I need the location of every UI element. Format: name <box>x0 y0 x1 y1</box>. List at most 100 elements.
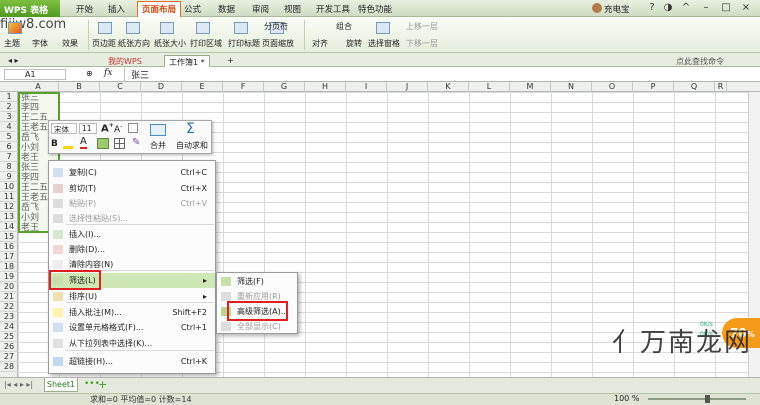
grow-font-icon[interactable]: A+ <box>101 122 114 134</box>
column-header-a[interactable]: A <box>18 82 59 92</box>
row-header-18[interactable]: 18 <box>0 262 18 272</box>
print-area-icon[interactable] <box>196 22 210 34</box>
row-header-6[interactable]: 6 <box>0 142 18 152</box>
print-titles-button[interactable]: 打印标题 <box>228 38 260 49</box>
align-button[interactable]: 对齐 <box>312 38 328 49</box>
menu-home[interactable]: 开始 <box>76 3 93 15</box>
tab-workbook[interactable]: 工作簿1 * <box>164 55 210 67</box>
menu-page-layout[interactable]: 页面布局 <box>137 1 182 17</box>
context-item-9[interactable]: 插入批注(M)... Shift+F2 <box>49 305 215 320</box>
row-header-25[interactable]: 25 <box>0 332 18 342</box>
column-header-l[interactable]: L <box>469 82 510 92</box>
row-header-4[interactable]: 4 <box>0 122 18 132</box>
print-area-button[interactable]: 打印区域 <box>190 38 222 49</box>
row-header-3[interactable]: 3 <box>0 112 18 122</box>
menu-data[interactable]: 数据 <box>218 3 235 15</box>
font-name-select[interactable]: 宋体 <box>51 123 77 134</box>
column-header-h[interactable]: H <box>305 82 346 92</box>
column-header-b[interactable]: B <box>59 82 100 92</box>
maximize-icon[interactable]: □ <box>720 2 732 14</box>
shrink-font-icon[interactable]: A- <box>114 123 122 135</box>
zoom-slider[interactable] <box>648 398 746 400</box>
column-header-j[interactable]: J <box>387 82 428 92</box>
menu-review[interactable]: 审阅 <box>252 3 269 15</box>
column-header-q[interactable]: Q <box>674 82 715 92</box>
row-header-24[interactable]: 24 <box>0 322 18 332</box>
command-search[interactable]: 点此查找命令 (Alt+Q) <box>672 55 760 76</box>
menu-view[interactable]: 视图 <box>284 3 301 15</box>
bold-icon[interactable]: B <box>51 139 58 149</box>
context-item-2[interactable]: 粘贴(P) Ctrl+V <box>49 196 215 211</box>
print-titles-icon[interactable] <box>234 22 248 34</box>
menu-insert[interactable]: 插入 <box>108 3 125 15</box>
margins-icon[interactable] <box>98 22 112 34</box>
row-header-16[interactable]: 16 <box>0 242 18 252</box>
row-header-2[interactable]: 2 <box>0 102 18 112</box>
context-item-5[interactable]: 删除(D)... <box>49 242 215 257</box>
group-button[interactable]: 组合 <box>336 21 352 32</box>
row-header-22[interactable]: 22 <box>0 302 18 312</box>
context-item-11[interactable]: 从下拉列表中选择(K)... <box>49 336 215 351</box>
menu-formula[interactable]: 公式 <box>184 3 201 15</box>
font-theme-button[interactable]: 字体 <box>32 38 48 49</box>
tab-nav-arrows[interactable]: ◂ ▸ <box>4 55 23 67</box>
font-size-select[interactable]: 11 <box>79 123 97 134</box>
skin-icon[interactable]: ◑ <box>662 2 674 14</box>
row-header-17[interactable]: 17 <box>0 252 18 262</box>
context-item-1[interactable]: 剪切(T) Ctrl+X <box>49 181 215 196</box>
row-header-19[interactable]: 19 <box>0 272 18 282</box>
fx-icon[interactable]: fx <box>104 68 112 78</box>
user-name[interactable]: 充电宝 <box>604 3 630 15</box>
paper-size-button[interactable]: 纸张大小 <box>154 38 186 49</box>
selection-pane-icon[interactable] <box>376 22 390 34</box>
theme-button[interactable]: 主题 <box>4 38 20 49</box>
orientation-icon[interactable] <box>126 22 140 34</box>
row-header-5[interactable]: 5 <box>0 132 18 142</box>
bring-forward-button[interactable]: 上移一层 <box>406 21 438 32</box>
paper-size-icon[interactable] <box>160 22 174 34</box>
context-item-0[interactable]: 复制(C) Ctrl+C <box>49 165 215 180</box>
fill-color-icon[interactable] <box>63 139 73 149</box>
orientation-button[interactable]: 纸张方向 <box>118 38 150 49</box>
row-header-20[interactable]: 20 <box>0 282 18 292</box>
row-header-13[interactable]: 13 <box>0 212 18 222</box>
zoom-level[interactable]: 100 % <box>614 394 639 403</box>
column-header-m[interactable]: M <box>510 82 551 92</box>
minimize-icon[interactable]: – <box>700 2 712 14</box>
effect-button[interactable]: 效果 <box>62 38 78 49</box>
column-header-c[interactable]: C <box>100 82 141 92</box>
align-center-icon[interactable] <box>97 138 109 149</box>
tab-mywps[interactable]: 我的WPS <box>104 55 146 67</box>
column-header-n[interactable]: N <box>551 82 592 92</box>
send-backward-button[interactable]: 下移一层 <box>406 38 438 49</box>
merge-icon[interactable] <box>150 124 166 136</box>
zoom-slider-thumb[interactable] <box>705 395 710 403</box>
context-item-10[interactable]: 设置单元格格式(F)... Ctrl+1 <box>49 320 215 335</box>
column-header-k[interactable]: K <box>428 82 469 92</box>
context-item-8[interactable]: 排序(U) ▸ <box>49 289 215 304</box>
autosum-button[interactable]: 自动求和 <box>176 140 208 151</box>
column-header-f[interactable]: F <box>223 82 264 92</box>
page-break-button[interactable]: 分页符 <box>264 21 288 32</box>
zoom-icon[interactable]: ⊕ <box>86 69 93 78</box>
formula-input[interactable]: 张三 <box>124 68 760 81</box>
row-header-1[interactable]: 1 <box>0 92 18 102</box>
column-header-r[interactable]: R <box>715 82 727 92</box>
row-header-9[interactable]: 9 <box>0 172 18 182</box>
column-header-e[interactable]: E <box>182 82 223 92</box>
column-header-p[interactable]: P <box>633 82 674 92</box>
submenu-item-0[interactable]: 筛选(F) <box>217 274 297 289</box>
add-sheet-icon[interactable]: + <box>98 378 107 391</box>
rotate-button[interactable]: 旋转 <box>346 38 362 49</box>
theme-icon[interactable] <box>8 22 22 34</box>
row-header-10[interactable]: 10 <box>0 182 18 192</box>
row-header-7[interactable]: 7 <box>0 152 18 162</box>
row-header-21[interactable]: 21 <box>0 292 18 302</box>
column-header-g[interactable]: G <box>264 82 305 92</box>
page-zoom-button[interactable]: 页面缩放 <box>262 38 294 49</box>
row-header-8[interactable]: 8 <box>0 162 18 172</box>
user-avatar[interactable] <box>592 3 602 13</box>
close-icon[interactable]: × <box>740 2 752 14</box>
help-icon[interactable]: ? <box>646 2 658 14</box>
new-tab-icon[interactable]: + <box>223 55 238 67</box>
